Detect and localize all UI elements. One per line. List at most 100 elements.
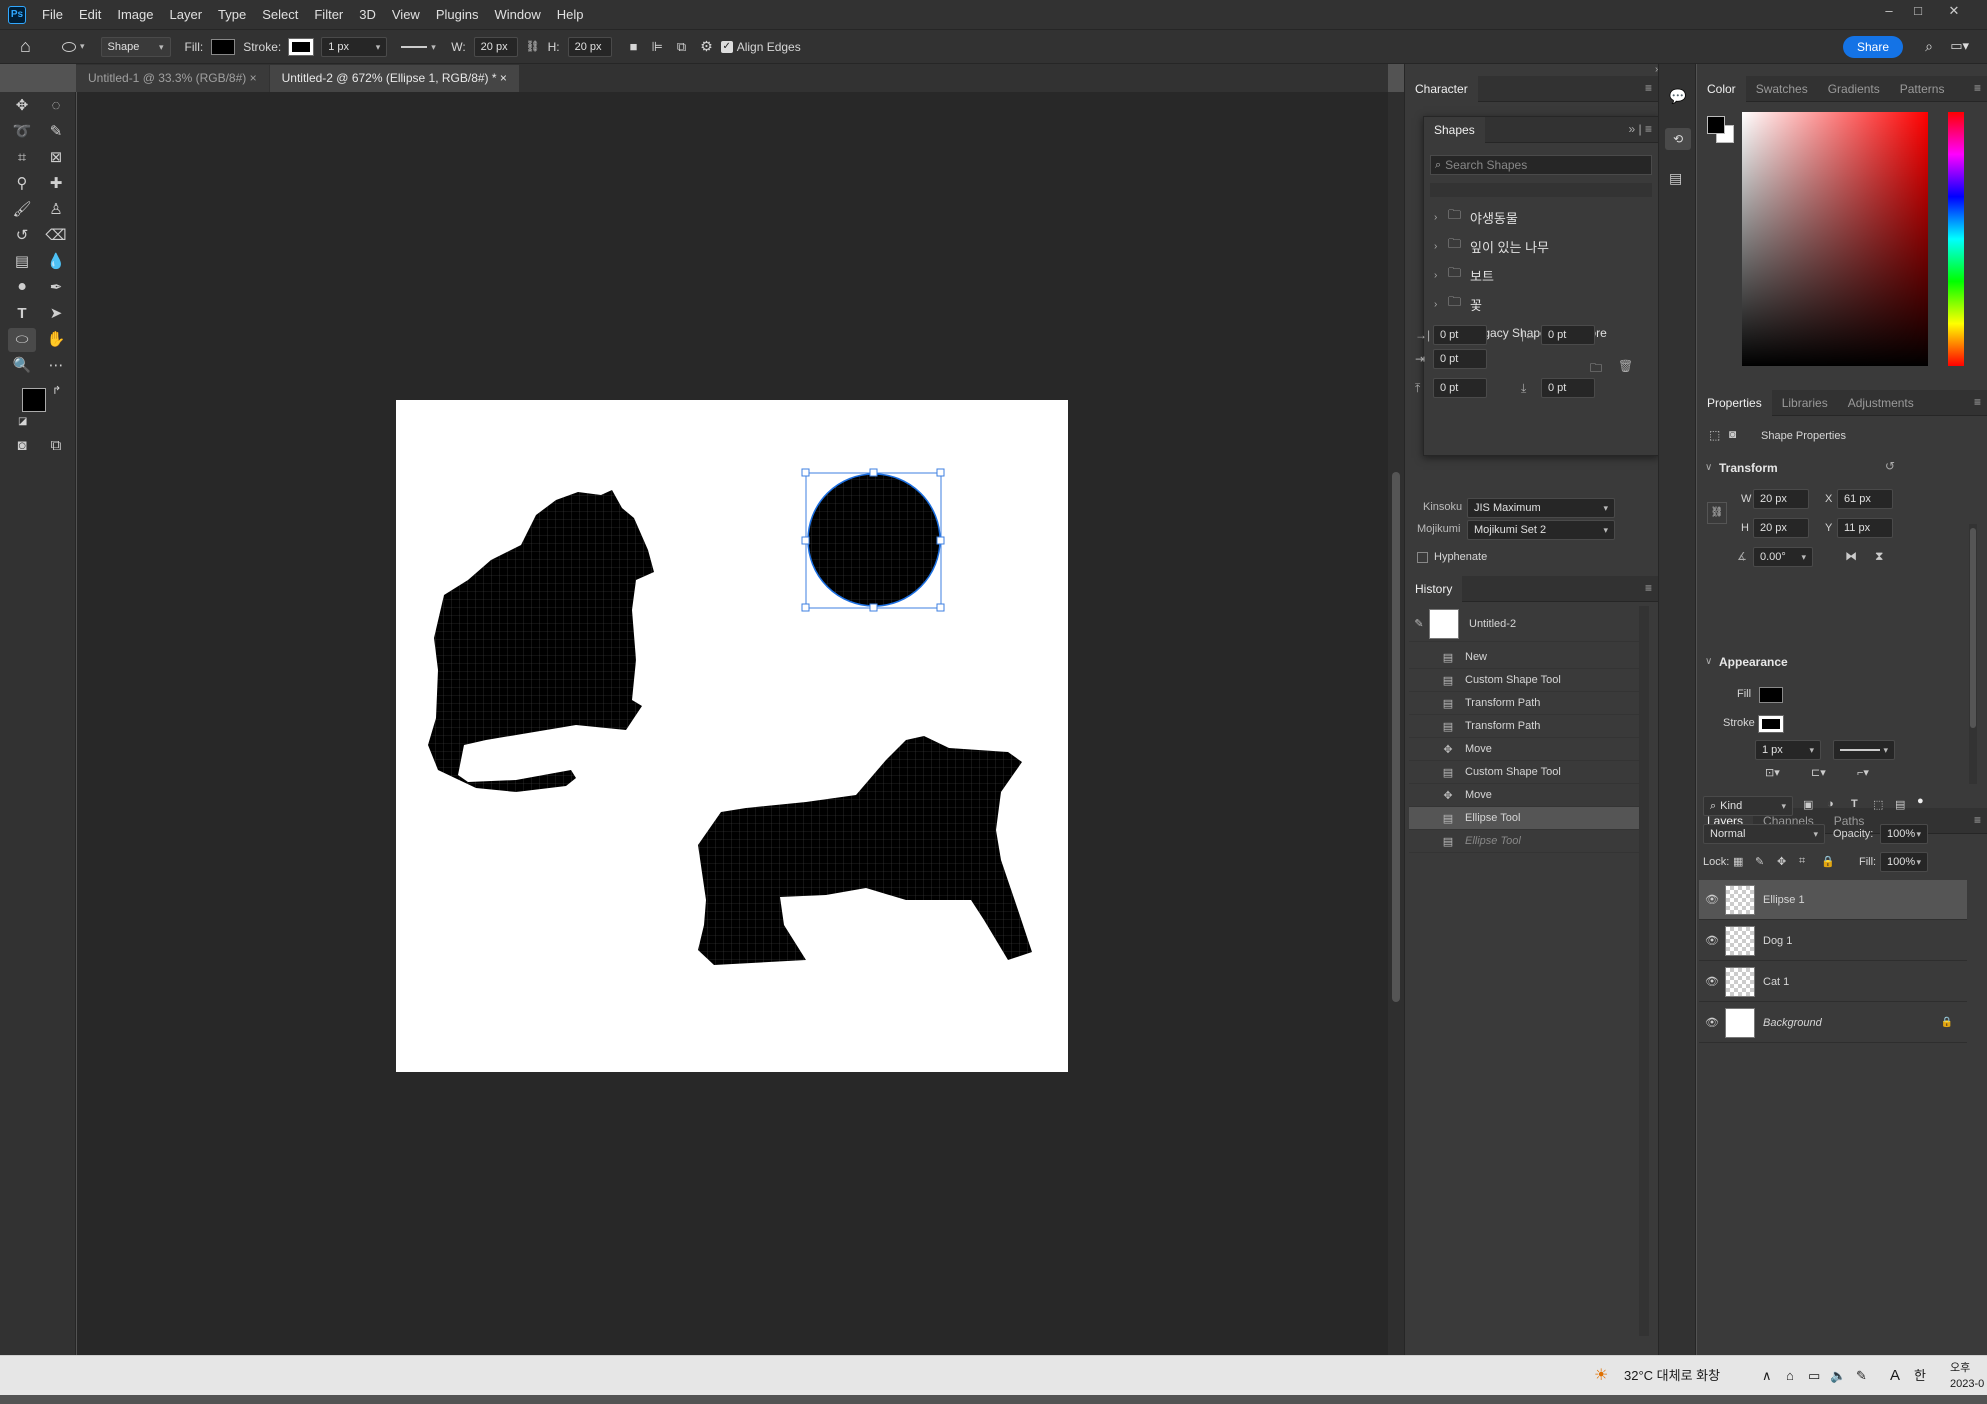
- layer-row-cat-1[interactable]: 👁 Cat 1: [1699, 962, 1967, 1002]
- tab-gradients[interactable]: Gradients: [1818, 76, 1890, 102]
- hyphenate-checkbox[interactable]: [1417, 552, 1428, 563]
- tab-patterns[interactable]: Patterns: [1890, 76, 1955, 102]
- stroke-type-select[interactable]: ▾: [395, 36, 444, 57]
- share-button[interactable]: Share: [1842, 36, 1903, 58]
- flip-horizontal-icon[interactable]: ⧓: [1845, 549, 1857, 563]
- speaker-icon[interactable]: 🔈: [1830, 1356, 1846, 1396]
- history-item[interactable]: ▤ New: [1409, 646, 1639, 669]
- eyedropper-tool-icon[interactable]: ⚲: [8, 172, 36, 196]
- kinsoku-select[interactable]: JIS Maximum ▾: [1467, 498, 1615, 518]
- history-brush-tool-icon[interactable]: ↺: [8, 224, 36, 248]
- first-line-indent-field[interactable]: 0 pt: [1433, 349, 1487, 369]
- mojikumi-select[interactable]: Mojikumi Set 2 ▾: [1467, 520, 1615, 540]
- tab-libraries[interactable]: Libraries: [1772, 390, 1838, 416]
- fill-swatch[interactable]: [211, 38, 236, 55]
- weather-icon[interactable]: ☀: [1594, 1356, 1608, 1396]
- font-icon[interactable]: A: [1890, 1356, 1900, 1396]
- lock-position-icon[interactable]: ✥: [1777, 855, 1786, 868]
- frame-tool-icon[interactable]: ⊠: [42, 146, 70, 170]
- lock-artboard-icon[interactable]: ⌗: [1799, 855, 1805, 868]
- height-field[interactable]: 20 px: [567, 36, 612, 57]
- menu-file[interactable]: File: [34, 0, 71, 29]
- minimize-icon[interactable]: –: [1875, 0, 1903, 22]
- maximize-icon[interactable]: □: [1904, 0, 1932, 22]
- home-icon[interactable]: ⌂: [20, 36, 62, 57]
- appearance-stroke-swatch[interactable]: [1758, 715, 1784, 733]
- fill-field[interactable]: 100% ▾: [1880, 852, 1928, 872]
- history-item[interactable]: ▤ Transform Path: [1409, 692, 1639, 715]
- history-snapshot[interactable]: ✎ Untitled-2: [1409, 606, 1639, 642]
- tab-swatches[interactable]: Swatches: [1746, 76, 1818, 102]
- tab-adjustments[interactable]: Adjustments: [1838, 390, 1924, 416]
- more-tools-icon[interactable]: ⋯: [42, 354, 70, 378]
- appearance-fill-swatch[interactable]: [1759, 687, 1783, 703]
- swap-colors-icon[interactable]: ↱: [52, 384, 61, 397]
- layer-row-dog-1[interactable]: 👁 Dog 1: [1699, 921, 1967, 961]
- history-item[interactable]: ▤ Custom Shape Tool: [1409, 669, 1639, 692]
- filter-smart-object-icon[interactable]: ▤: [1895, 798, 1905, 811]
- history-item[interactable]: ✥ Move: [1409, 738, 1639, 761]
- prop-y-field[interactable]: 11 px: [1837, 518, 1893, 538]
- history-scrollbar[interactable]: [1639, 606, 1649, 1336]
- shape-group-wildlife[interactable]: › 🗀 야생동물: [1434, 203, 1644, 231]
- eye-icon[interactable]: 👁: [1699, 975, 1725, 988]
- pen-icon[interactable]: ✎: [1856, 1356, 1867, 1396]
- blend-mode-select[interactable]: Normal ▾: [1703, 824, 1825, 844]
- quick-mask-icon[interactable]: ◙: [8, 434, 36, 458]
- tool-preset-picker[interactable]: ▾: [62, 41, 85, 52]
- healing-brush-tool-icon[interactable]: ✚: [42, 172, 70, 196]
- lasso-tool-icon[interactable]: ➰: [8, 120, 36, 144]
- network-icon[interactable]: ⌂: [1786, 1356, 1794, 1396]
- prop-height-field[interactable]: 20 px: [1753, 518, 1809, 538]
- new-group-folder-icon[interactable]: 🗀: [1590, 359, 1602, 380]
- shape-group-flowers[interactable]: › 🗀 꽃: [1434, 290, 1644, 318]
- color-field[interactable]: [1742, 112, 1928, 366]
- layer-kind-filter[interactable]: ⌕ Kind ▾: [1703, 796, 1793, 816]
- eraser-tool-icon[interactable]: ⌫: [42, 224, 70, 248]
- menu-image[interactable]: Image: [109, 0, 161, 29]
- align-edges-checkbox[interactable]: ✓: [720, 40, 733, 53]
- blur-tool-icon[interactable]: 💧: [42, 250, 70, 274]
- menu-3d[interactable]: 3D: [351, 0, 384, 29]
- menu-layer[interactable]: Layer: [162, 0, 211, 29]
- eye-icon[interactable]: 👁: [1699, 1016, 1725, 1029]
- pen-tool-icon[interactable]: ✒: [42, 276, 70, 300]
- space-after-field[interactable]: 0 pt: [1541, 378, 1595, 398]
- lock-pixels-icon[interactable]: ✎: [1755, 855, 1764, 868]
- panel-menu-icon[interactable]: ≡: [1974, 81, 1981, 95]
- shape-group-trees[interactable]: › 🗀 잎이 있는 나무: [1434, 232, 1644, 260]
- stamp-tool-icon[interactable]: ♙: [42, 198, 70, 222]
- tab-shapes[interactable]: Shapes: [1424, 116, 1485, 143]
- foreground-color-swatch[interactable]: [1707, 116, 1725, 134]
- shapes-search-input[interactable]: Search Shapes: [1445, 158, 1527, 172]
- prop-x-field[interactable]: 61 px: [1837, 489, 1893, 509]
- angle-field[interactable]: 0.00° ▾: [1753, 547, 1813, 567]
- layer-row-background[interactable]: 👁 Background 🔒: [1699, 1003, 1967, 1043]
- stroke-align-icon[interactable]: ⊡▾: [1765, 766, 1780, 779]
- screen-mode-icon[interactable]: ⧉: [42, 434, 70, 458]
- brush-tool-icon[interactable]: 🖌: [8, 198, 36, 222]
- search-icon[interactable]: ⌕: [1925, 38, 1933, 55]
- hue-slider[interactable]: [1948, 112, 1964, 366]
- panel-menu-icon[interactable]: » | ≡: [1629, 122, 1652, 136]
- tool-mode-select[interactable]: Shape ▾: [100, 36, 171, 57]
- lock-transparency-icon[interactable]: ▦: [1733, 855, 1743, 868]
- filter-toggle-icon[interactable]: ●: [1917, 795, 1924, 807]
- close-icon[interactable]: ×: [250, 71, 257, 85]
- reset-icon[interactable]: ↺: [1885, 459, 1895, 473]
- menu-plugins[interactable]: Plugins: [428, 0, 487, 29]
- filter-pixel-icon[interactable]: ▣: [1803, 798, 1813, 811]
- panel-menu-icon[interactable]: ≡: [1974, 395, 1981, 409]
- opacity-field[interactable]: 100% ▾: [1880, 824, 1928, 844]
- tab-untitled-2[interactable]: Untitled-2 @ 672% (Ellipse 1, RGB/8#) * …: [269, 65, 519, 92]
- history-item[interactable]: ▤ Custom Shape Tool: [1409, 761, 1639, 784]
- gradient-tool-icon[interactable]: ▤: [8, 250, 36, 274]
- menu-window[interactable]: Window: [486, 0, 548, 29]
- prop-width-field[interactable]: 20 px: [1753, 489, 1809, 509]
- menu-view[interactable]: View: [384, 0, 428, 29]
- panel-menu-icon[interactable]: ≡: [1645, 81, 1652, 95]
- clock-date[interactable]: 2023-0: [1950, 1364, 1984, 1404]
- default-colors-icon[interactable]: ◪: [18, 416, 27, 427]
- lock-all-icon[interactable]: 🔒: [1821, 855, 1835, 868]
- chevron-down-icon[interactable]: ∨: [1705, 462, 1712, 473]
